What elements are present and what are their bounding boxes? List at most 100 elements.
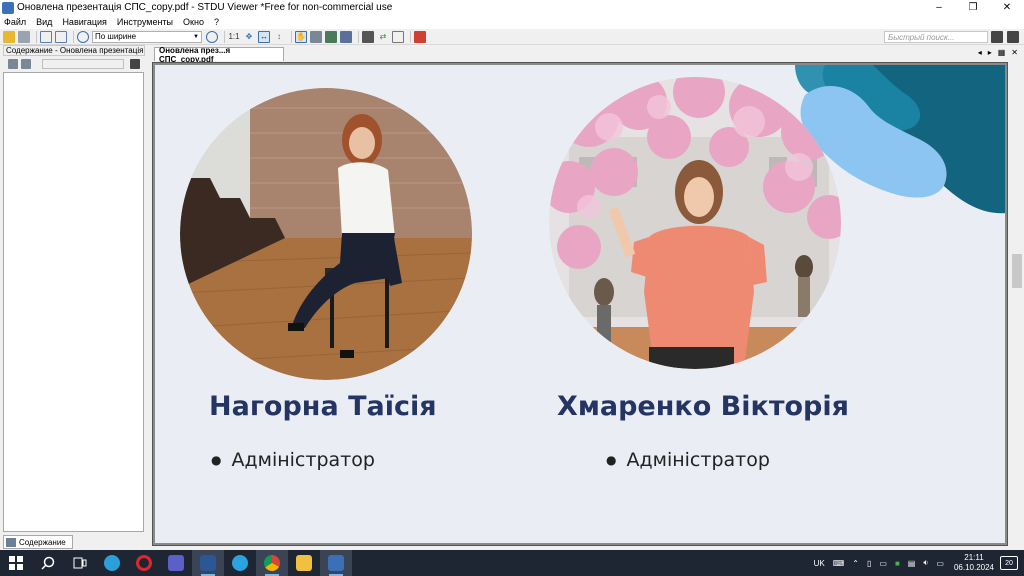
minimize-button[interactable]: – [922,0,956,15]
chevron-up-icon[interactable]: ⌃ [852,559,859,568]
stdu-viewer-icon[interactable] [320,550,352,576]
usb-icon[interactable]: ▭ [879,559,887,568]
copy-icon[interactable] [392,30,404,43]
snapshot-icon[interactable] [325,30,337,43]
tab-prev-icon[interactable]: ◂ [978,48,982,57]
person-role-1: ● Адміністратор [211,449,375,471]
zoom-in-icon[interactable] [206,30,218,43]
toolbar-separator [410,30,411,43]
select-text-icon[interactable] [310,30,322,43]
page-layout-icon[interactable] [55,30,67,43]
start-button[interactable] [0,550,32,576]
person-role-2: ● Адміністратор [606,449,770,471]
back-forward-icon[interactable]: ⇄ [377,31,389,43]
volume-icon[interactable]: 🔉︎ [923,558,928,568]
green-app-icon[interactable]: ■ [895,559,900,568]
toolbar-separator [73,30,74,43]
expand-icon[interactable] [8,59,18,69]
teams-icon[interactable] [160,550,192,576]
language-indicator[interactable]: UK [814,559,825,568]
chevron-down-icon: ▼ [193,33,199,40]
person-role-2-text: Адміністратор [626,449,770,471]
clock[interactable]: 21:11 06.10.2024 [954,553,994,573]
contents-tree[interactable] [3,72,144,532]
clock-date: 06.10.2024 [953,563,994,572]
scrollbar-thumb[interactable] [1012,254,1022,288]
contents-tab[interactable]: Содержание [3,535,73,549]
contents-filter-input[interactable] [42,59,124,69]
zoom-mode-value: По ширине [95,32,137,41]
battery-icon[interactable]: ▭ [936,559,944,568]
restore-button[interactable]: ❐ [956,0,990,15]
task-view-icon[interactable] [64,550,96,576]
contents-panel-header: Содержание - Оновлена презентація [3,45,145,56]
document-viewer[interactable]: Нагорна Таїсія Хмаренко Вікторія ● Адмін… [152,62,1008,546]
toolbar-separator [36,30,37,43]
menu-bar: Файл Вид Навигация Инструменты Окно ? [0,15,1024,29]
vertical-scrollbar[interactable] [1010,62,1024,546]
menu-view[interactable]: Вид [36,17,52,27]
person-role-1-text: Адміністратор [231,449,375,471]
notifications-badge[interactable]: 20 [1000,556,1018,570]
system-tray: UK ⌨ ⌃ ▯ ▭ ■ ▤ 🔉︎ ▭ 21:11 06.10.2024 20 [810,550,1024,576]
title-bar: Оновлена презентація СПС_copy.pdf - STDU… [0,0,1024,15]
print-icon[interactable] [18,30,30,43]
toolbar-separator [291,30,292,43]
person-name-2: Хмаренко Вікторія [557,391,849,422]
toolbar: По ширине ▼ 1:1 ✥ ↔ ↕ ✋ ⇄ Быстрый поиск.… [0,29,1024,45]
contents-tab-icon [6,537,16,547]
quick-search-input[interactable]: Быстрый поиск... [884,31,988,43]
keyboard-icon[interactable]: ⌨ [833,559,845,568]
network-icon[interactable]: ▤ [908,559,916,568]
window-controls: – ❐ ✕ [922,0,1024,15]
person-photo-2 [549,77,841,369]
tab-next-icon[interactable]: ▸ [988,48,992,57]
menu-window[interactable]: Окно [183,17,204,27]
search-options-icon[interactable] [1007,31,1019,43]
menu-file[interactable]: Файл [4,17,26,27]
app-icon [2,1,14,14]
contents-tab-label: Содержание [19,537,66,547]
chrome-icon[interactable] [256,550,288,576]
toolbar-separator [224,30,225,43]
hand-tool-icon[interactable]: ✋ [295,30,307,43]
telegram-icon[interactable] [224,550,256,576]
zoom-mode-select[interactable]: По ширине ▼ [92,30,202,43]
select-area-icon[interactable] [340,30,352,43]
window-title: Оновлена презентація СПС_copy.pdf - STDU… [17,2,393,13]
menu-navigation[interactable]: Навигация [62,17,106,27]
fit-width-icon[interactable]: ↔ [258,30,270,43]
actual-size-button[interactable]: 1:1 [228,31,240,43]
windows-taskbar: UK ⌨ ⌃ ▯ ▭ ■ ▤ 🔉︎ ▭ 21:11 06.10.2024 20 [0,550,1024,576]
search-icon[interactable] [32,550,64,576]
windows-logo-icon [9,556,23,570]
opera-icon[interactable] [128,550,160,576]
fit-page-icon[interactable]: ✥ [243,31,255,43]
contents-panel-tools [3,57,145,71]
page-view-icon[interactable] [40,30,52,43]
bullet-icon: ● [606,453,617,467]
word-icon[interactable] [192,550,224,576]
contents-search-icon[interactable] [130,59,140,69]
file-explorer-icon[interactable] [288,550,320,576]
menu-tools[interactable]: Инструменты [117,17,173,27]
menu-help[interactable]: ? [214,17,219,27]
collapse-icon[interactable] [21,59,31,69]
clock-time: 21:11 [964,553,984,562]
search-binoculars-icon[interactable] [991,31,1003,43]
find-icon[interactable] [362,30,374,43]
fit-height-icon[interactable]: ↕ [273,31,285,43]
close-button[interactable]: ✕ [990,0,1024,15]
zoom-out-icon[interactable] [77,30,89,43]
contents-panel: Содержание - Оновлена презентація Содерж… [0,45,146,550]
bookmark-icon[interactable] [414,30,426,43]
edge-icon[interactable] [96,550,128,576]
document-tab[interactable]: Оновлена през...я СПС_copy.pdf [154,46,284,64]
slide-page: Нагорна Таїсія Хмаренко Вікторія ● Адмін… [155,65,1005,543]
bullet-icon: ● [211,453,222,467]
open-folder-icon[interactable] [3,30,15,43]
tab-list-icon[interactable]: ▦ [998,48,1006,57]
tab-close-icon[interactable]: ✕ [1011,48,1018,57]
person-photo-1 [180,88,472,380]
device-icon[interactable]: ▯ [867,559,871,568]
